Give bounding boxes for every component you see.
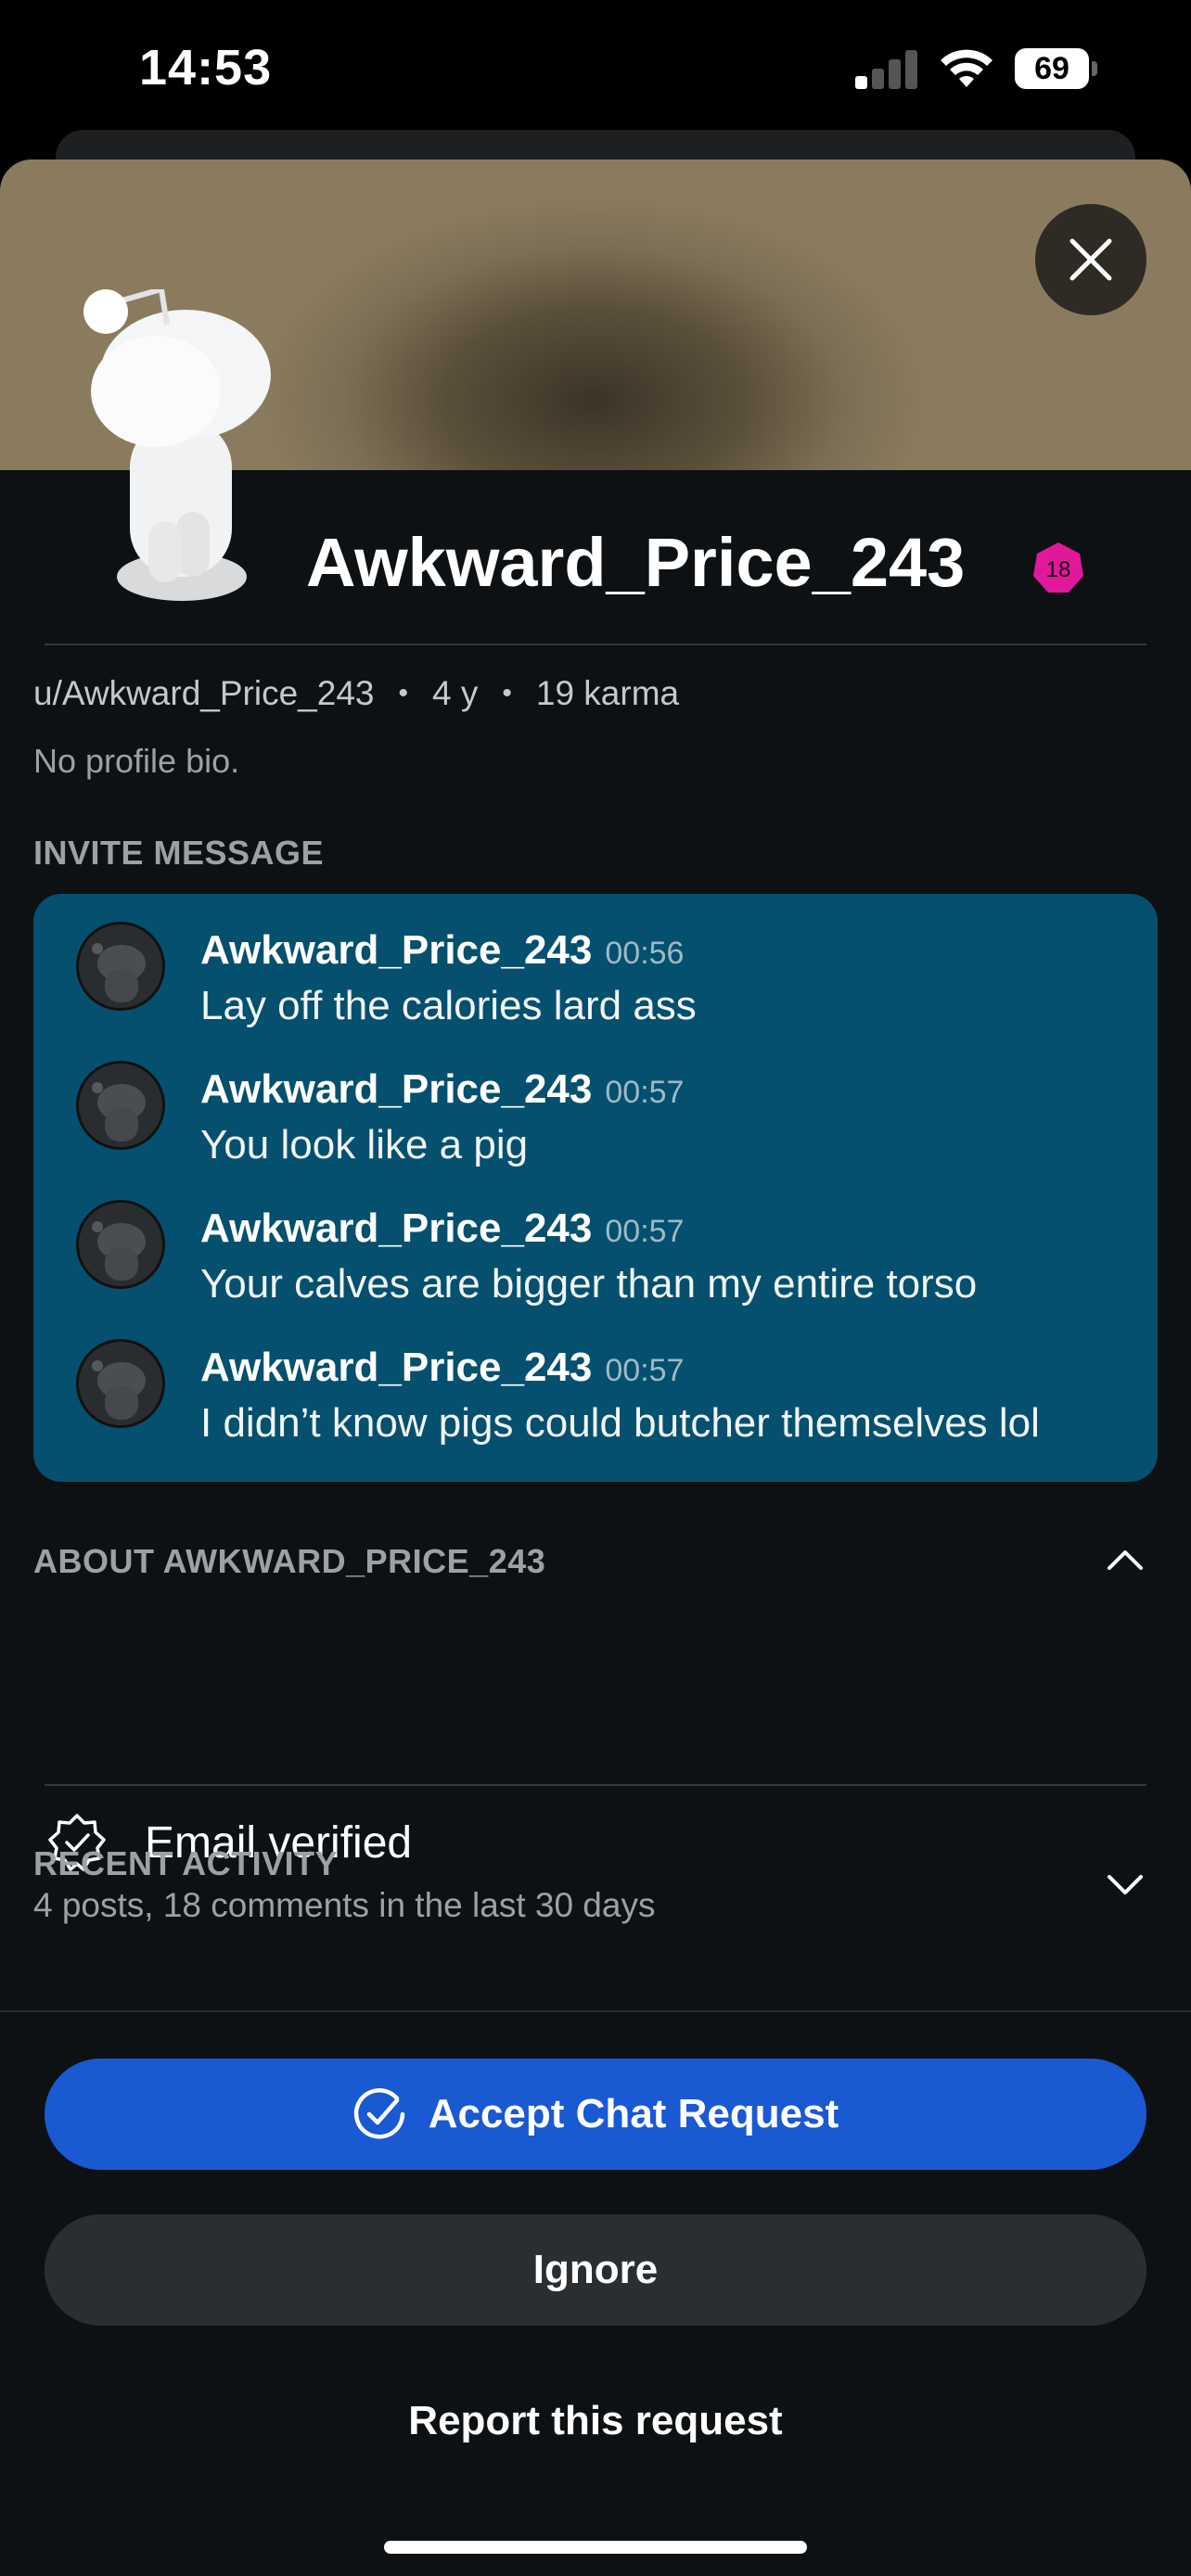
profile-bio: No profile bio.	[33, 742, 240, 780]
message-text: You look like a pig	[200, 1122, 529, 1167]
karma-count: 19 karma	[535, 674, 680, 712]
message-time: 00:56	[605, 936, 685, 971]
close-button[interactable]	[1035, 204, 1146, 315]
divider	[0, 2010, 1191, 2012]
ignore-button-label: Ignore	[532, 2247, 659, 2292]
message-author[interactable]: Awkward_Price_243	[200, 1066, 592, 1112]
about-heading[interactable]: ABOUT AWKWARD_PRICE_243	[33, 1542, 545, 1581]
recent-activity-heading[interactable]: RECENT ACTIVITY	[33, 1844, 338, 1883]
snoo-avatar	[83, 289, 271, 601]
sender-avatar	[76, 1200, 165, 1289]
message-author[interactable]: Awkward_Price_243	[200, 927, 592, 973]
battery-icon: 69	[1015, 48, 1098, 89]
divider	[45, 644, 1146, 645]
invite-message: Awkward_Price_243 00:57 You look like a p…	[33, 1033, 1158, 1172]
invite-message: Awkward_Price_243 00:56 Lay off the calor…	[33, 894, 1158, 1033]
accept-button-label: Accept Chat Request	[428, 2091, 839, 2136]
report-request-link[interactable]: Report this request	[0, 2398, 1191, 2444]
message-time: 00:57	[605, 1075, 685, 1110]
battery-level: 69	[1015, 48, 1089, 89]
invite-message: Awkward_Price_243 00:57 I didn’t know pig…	[33, 1311, 1158, 1450]
message-author[interactable]: Awkward_Price_243	[200, 1205, 592, 1251]
divider	[45, 1784, 1146, 1786]
message-text: Lay off the calories lard ass	[200, 983, 697, 1028]
chevron-up-icon[interactable]	[1102, 1537, 1148, 1583]
status-bar: 14:53 69	[0, 0, 1191, 139]
message-text: Your calves are bigger than my entire to…	[200, 1261, 978, 1307]
message-text: I didn’t know pigs could butcher themsel…	[200, 1400, 1040, 1446]
sender-avatar	[76, 1339, 165, 1428]
invite-message-heading: INVITE MESSAGE	[33, 834, 325, 872]
sender-avatar	[76, 922, 165, 1011]
account-age: 4 y	[432, 674, 479, 712]
close-icon	[1069, 238, 1112, 281]
home-indicator[interactable]	[384, 2541, 807, 2554]
check-circle-icon	[353, 2088, 404, 2139]
wifi-icon	[941, 49, 992, 87]
nsfw-badge-icon: 18	[1033, 542, 1083, 593]
message-time: 00:57	[605, 1214, 685, 1249]
profile-meta: u/Awkward_Price_243 • 4 y • 19 karma	[33, 674, 680, 713]
nsfw-badge-label: 18	[1046, 557, 1071, 582]
profile-handle[interactable]: u/Awkward_Price_243	[33, 674, 374, 713]
chevron-down-icon[interactable]	[1102, 1861, 1148, 1907]
sender-avatar	[76, 1061, 165, 1150]
ignore-button[interactable]: Ignore	[45, 2214, 1146, 2326]
recent-activity-summary: 4 posts, 18 comments in the last 30 days	[33, 1886, 656, 1924]
status-time: 14:53	[139, 40, 273, 96]
message-author[interactable]: Awkward_Price_243	[200, 1345, 592, 1390]
profile-username: Awkward_Price_243	[306, 524, 966, 601]
cellular-signal-icon	[855, 46, 920, 89]
message-time: 00:57	[605, 1353, 685, 1388]
invite-message-box: Awkward_Price_243 00:56 Lay off the calor…	[33, 894, 1158, 1482]
invite-message: Awkward_Price_243 00:57 Your calves are b…	[33, 1172, 1158, 1311]
accept-chat-request-button[interactable]: Accept Chat Request	[45, 2059, 1146, 2170]
